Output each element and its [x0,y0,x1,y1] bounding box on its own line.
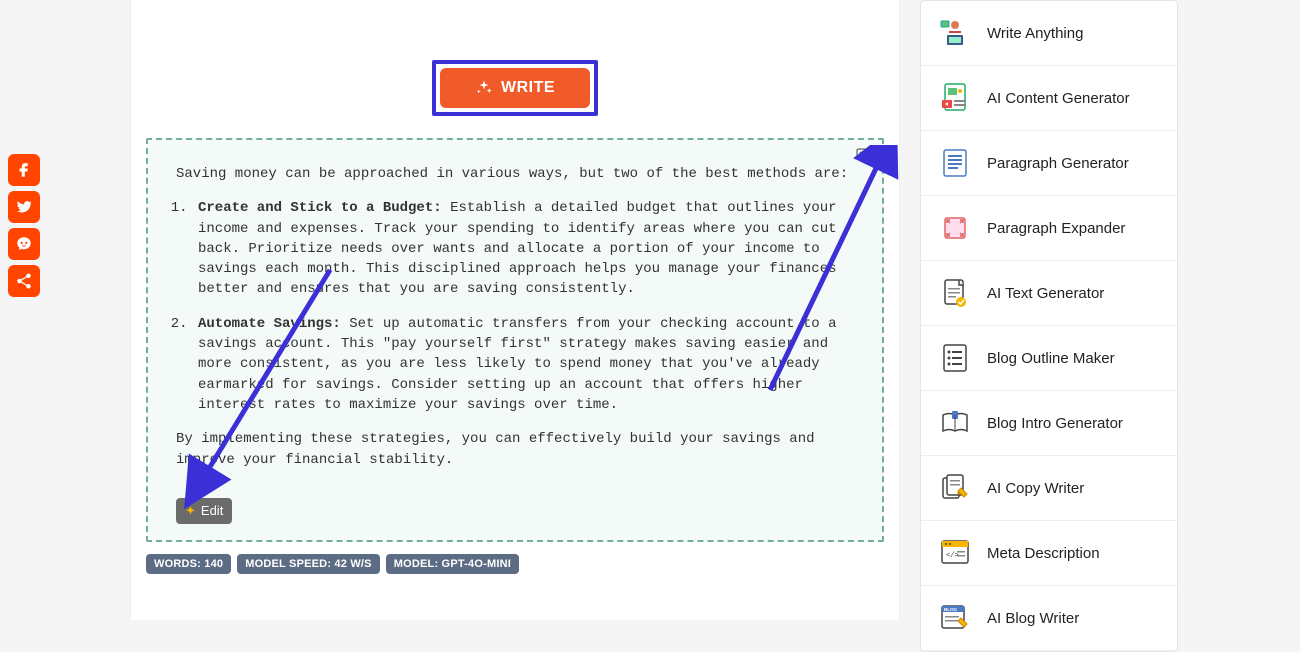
output-list: Create and Stick to a Budget: Establish … [196,198,854,415]
output-intro: Saving money can be approached in variou… [176,164,854,184]
reddit-share-button[interactable] [8,228,40,260]
sidebar-item-blog-outline[interactable]: Blog Outline Maker [921,326,1177,391]
highlight-frame: WRITE [432,60,598,116]
sidebar-item-blog-writer[interactable]: BLOG AI Blog Writer [921,586,1177,651]
write-button-area: WRITE [131,10,899,138]
sidebar-item-write-anything[interactable]: Write Anything [921,1,1177,66]
status-badges: WORDS: 140 MODEL SPEED: 42 W/S MODEL: GP… [146,554,884,574]
write-button[interactable]: WRITE [440,68,590,108]
documents-pencil-icon [939,472,971,504]
social-rail [8,154,40,297]
sidebar-item-label: AI Copy Writer [987,480,1084,497]
svg-text:BLOG: BLOG [944,607,957,612]
sidebar-item-text-generator[interactable]: AI Text Generator [921,261,1177,326]
reddit-icon [15,235,33,253]
write-button-label: WRITE [501,79,555,97]
twitter-share-button[interactable] [8,191,40,223]
share-icon [15,272,33,290]
blog-pencil-icon: BLOG [939,602,971,634]
sidebar-item-label: Blog Outline Maker [987,350,1115,367]
copy-icon [854,146,872,164]
tools-sidebar: Write Anything AI Content Generator Para… [920,0,1178,652]
output-item-1: Create and Stick to a Budget: Establish … [196,198,854,299]
output-box: Saving money can be approached in variou… [146,138,884,542]
output-item-2: Automate Savings: Set up automatic trans… [196,314,854,415]
sidebar-item-label: Blog Intro Generator [987,415,1123,432]
expand-icon [939,212,971,244]
share-button[interactable] [8,265,40,297]
sidebar-item-label: AI Blog Writer [987,610,1079,627]
browser-code-icon: </> [939,537,971,569]
sidebar-item-meta-description[interactable]: </> Meta Description [921,521,1177,586]
sidebar-item-blog-intro[interactable]: Blog Intro Generator [921,391,1177,456]
sidebar-item-label: Write Anything [987,25,1083,42]
svg-text:</>: </> [946,552,959,560]
sidebar-item-content-generator[interactable]: AI Content Generator [921,66,1177,131]
person-laptop-icon [939,17,971,49]
words-badge: WORDS: 140 [146,554,231,574]
output-conclusion: By implementing these strategies, you ca… [176,429,854,470]
document-media-icon [939,82,971,114]
outline-list-icon [939,342,971,374]
open-book-icon [939,407,971,439]
twitter-icon [15,198,33,216]
model-badge: MODEL: GPT-4O-MINI [386,554,519,574]
sidebar-item-label: Paragraph Generator [987,155,1129,172]
sidebar-item-paragraph-expander[interactable]: Paragraph Expander [921,196,1177,261]
sidebar-item-copy-writer[interactable]: AI Copy Writer [921,456,1177,521]
sidebar-item-paragraph-generator[interactable]: Paragraph Generator [921,131,1177,196]
sparkle-icon [475,79,493,97]
sidebar-item-label: Paragraph Expander [987,220,1125,237]
speed-badge: MODEL SPEED: 42 W/S [237,554,379,574]
document-check-icon [939,277,971,309]
spark-icon: ✦ [185,503,196,519]
sidebar-item-label: AI Text Generator [987,285,1104,302]
sidebar-item-label: AI Content Generator [987,90,1130,107]
document-lines-icon [939,147,971,179]
facebook-share-button[interactable] [8,154,40,186]
copy-button[interactable] [854,146,876,168]
edit-label: Edit [201,503,223,518]
sidebar-item-label: Meta Description [987,545,1100,562]
main-content: WRITE Saving money can be approached in … [130,0,900,620]
edit-button[interactable]: ✦ Edit [176,498,232,524]
facebook-icon [15,161,33,179]
